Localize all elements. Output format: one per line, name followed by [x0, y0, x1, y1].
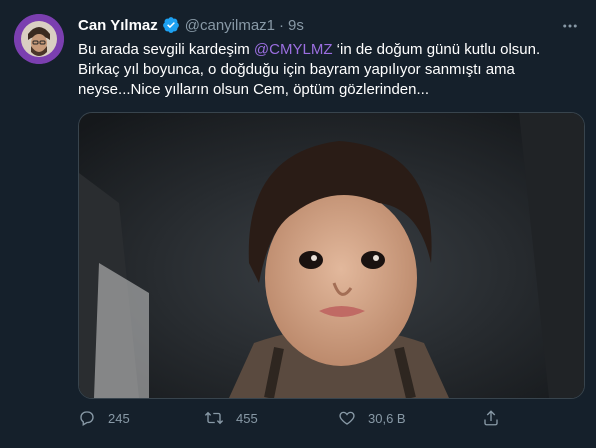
tweet-text: Bu arada sevgili kardeşim @CMYLMZ ‘in de…	[78, 40, 584, 100]
author-handle[interactable]: @canyilmaz1	[185, 17, 275, 34]
retweet-count: 455	[236, 410, 258, 426]
mention-link[interactable]: @CMYLMZ	[254, 41, 333, 58]
tweet-text-part: Bu arada sevgili kardeşim	[78, 41, 254, 58]
verified-badge-icon	[162, 16, 180, 34]
separator: ·	[279, 16, 285, 34]
author-name[interactable]: Can Yılmaz	[78, 17, 158, 34]
tweet-actions: 245 455 30,6 B	[78, 406, 508, 430]
like-count: 30,6 B	[368, 410, 406, 426]
like-button[interactable]: 30,6 B	[338, 409, 406, 427]
share-button[interactable]	[482, 409, 500, 427]
retweet-icon	[204, 411, 224, 425]
heart-icon	[339, 411, 355, 425]
avatar[interactable]	[14, 14, 64, 64]
more-options-icon[interactable]	[558, 14, 582, 38]
reply-count: 245	[108, 410, 130, 426]
share-icon	[484, 410, 498, 426]
tweet-photo[interactable]	[78, 112, 585, 399]
reply-icon	[80, 411, 94, 426]
tweet[interactable]: Can Yılmaz @canyilmaz1 · 9s Bu arada sev…	[0, 0, 596, 448]
reply-button[interactable]: 245	[78, 409, 130, 427]
tweet-header: Can Yılmaz @canyilmaz1 · 9s	[78, 15, 304, 35]
timestamp[interactable]: 9s	[288, 17, 304, 34]
retweet-button[interactable]: 455	[204, 409, 258, 427]
